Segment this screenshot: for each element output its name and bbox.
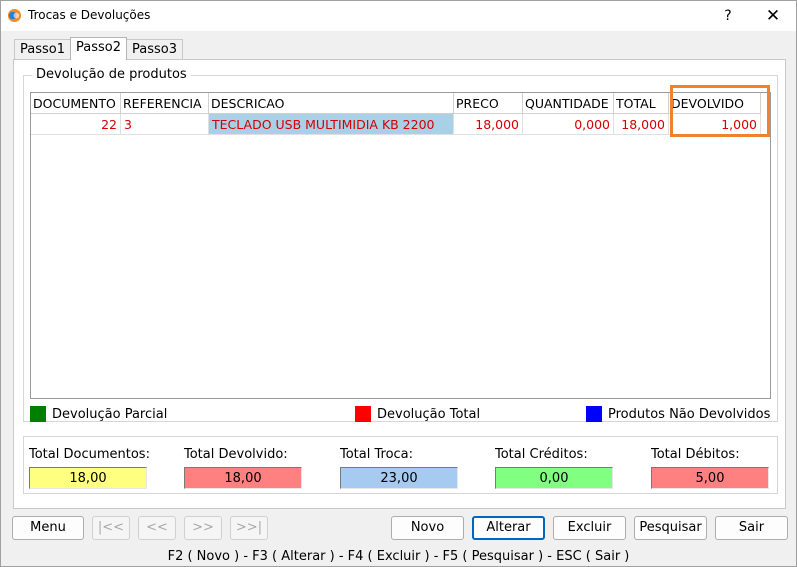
returns-groupbox: Devolução de produtos DOCUMENTO REFERENC… bbox=[23, 67, 778, 422]
column-header-descricao[interactable]: DESCRICAO bbox=[209, 93, 454, 114]
cell-descricao[interactable]: TECLADO USB MULTIMIDIA KB 2200 bbox=[209, 114, 454, 135]
app-icon bbox=[7, 8, 22, 23]
legend-item-total: Devolução Total bbox=[355, 406, 480, 422]
window-title: Trocas e Devoluções bbox=[28, 8, 151, 22]
close-icon[interactable]: ✕ bbox=[751, 1, 795, 31]
grid-header: DOCUMENTO REFERENCIA DESCRICAO PRECO QUA… bbox=[31, 93, 761, 114]
total-label: Total Créditos: bbox=[495, 447, 588, 462]
column-header-quantidade[interactable]: QUANTIDADE bbox=[523, 93, 614, 114]
tab-passo2[interactable]: Passo2 bbox=[70, 37, 127, 60]
pesquisar-button[interactable]: Pesquisar bbox=[634, 516, 707, 540]
table-row[interactable]: 22 3 TECLADO USB MULTIMIDIA KB 2200 18,0… bbox=[31, 114, 761, 135]
legend-item-nao-devolvidos: Produtos Não Devolvidos bbox=[586, 406, 770, 422]
legend: Devolução Parcial Devolução Total Produt… bbox=[30, 406, 775, 426]
novo-button[interactable]: Novo bbox=[391, 516, 464, 540]
cell-documento[interactable]: 22 bbox=[31, 114, 121, 135]
tab-passo3[interactable]: Passo3 bbox=[126, 39, 183, 60]
next-record-button[interactable]: >> bbox=[184, 516, 222, 540]
cell-quantidade[interactable]: 0,000 bbox=[523, 114, 614, 135]
alterar-button[interactable]: Alterar bbox=[472, 516, 545, 540]
totals-groupbox: Total Documentos: 18,00 Total Devolvido:… bbox=[23, 436, 778, 494]
first-record-button[interactable]: |<< bbox=[92, 516, 130, 540]
legend-swatch-blue bbox=[586, 406, 602, 422]
total-label: Total Documentos: bbox=[29, 447, 150, 462]
legend-item-parcial: Devolução Parcial bbox=[30, 406, 167, 422]
previous-record-button[interactable]: << bbox=[138, 516, 176, 540]
cell-preco[interactable]: 18,000 bbox=[454, 114, 523, 135]
help-icon[interactable]: ? bbox=[706, 1, 750, 31]
legend-label: Devolução Total bbox=[377, 406, 481, 422]
total-devolvido-value: 18,00 bbox=[184, 467, 302, 489]
last-record-button[interactable]: >>| bbox=[230, 516, 268, 540]
tab-passo1[interactable]: Passo1 bbox=[14, 39, 71, 60]
total-creditos: Total Créditos: 0,00 bbox=[495, 447, 615, 489]
cell-devolvido[interactable]: 1,000 bbox=[669, 114, 761, 135]
total-label: Total Troca: bbox=[340, 447, 414, 462]
shortcut-status-bar: F2 ( Novo ) - F3 ( Alterar ) - F4 ( Excl… bbox=[167, 549, 630, 564]
total-troca: Total Troca: 23,00 bbox=[340, 447, 460, 489]
total-documentos: Total Documentos: 18,00 bbox=[29, 447, 150, 489]
column-header-preco[interactable]: PRECO bbox=[454, 93, 523, 114]
cell-referencia[interactable]: 3 bbox=[121, 114, 209, 135]
window: Trocas e Devoluções ? ✕ Passo1 Passo2 Pa… bbox=[0, 0, 797, 567]
column-header-devolvido[interactable]: DEVOLVIDO bbox=[669, 93, 761, 114]
total-debitos-value: 5,00 bbox=[651, 467, 769, 489]
sair-button[interactable]: Sair bbox=[715, 516, 788, 540]
menu-button[interactable]: Menu bbox=[12, 516, 84, 540]
total-documentos-value: 18,00 bbox=[29, 467, 147, 489]
title-bar: Trocas e Devoluções ? ✕ bbox=[1, 1, 796, 31]
total-creditos-value: 0,00 bbox=[495, 467, 613, 489]
column-header-documento[interactable]: DOCUMENTO bbox=[31, 93, 121, 114]
column-header-referencia[interactable]: REFERENCIA bbox=[121, 93, 209, 114]
excluir-button[interactable]: Excluir bbox=[553, 516, 626, 540]
legend-label: Produtos Não Devolvidos bbox=[608, 406, 771, 422]
total-debitos: Total Débitos: 5,00 bbox=[651, 447, 771, 489]
column-header-total[interactable]: TOTAL bbox=[614, 93, 669, 114]
total-devolvido: Total Devolvido: 18,00 bbox=[184, 447, 304, 489]
total-label: Total Débitos: bbox=[651, 447, 740, 462]
legend-label: Devolução Parcial bbox=[52, 406, 168, 422]
legend-swatch-green bbox=[30, 406, 46, 422]
tab-strip: Passo1 Passo2 Passo3 bbox=[14, 37, 183, 60]
total-label: Total Devolvido: bbox=[184, 447, 288, 462]
products-grid[interactable]: DOCUMENTO REFERENCIA DESCRICAO PRECO QUA… bbox=[30, 85, 771, 399]
cell-total[interactable]: 18,000 bbox=[614, 114, 669, 135]
tab-panel: Devolução de produtos DOCUMENTO REFERENC… bbox=[13, 59, 786, 509]
legend-swatch-red bbox=[355, 406, 371, 422]
groupbox-title: Devolução de produtos bbox=[32, 67, 191, 82]
total-troca-value: 23,00 bbox=[340, 467, 458, 489]
